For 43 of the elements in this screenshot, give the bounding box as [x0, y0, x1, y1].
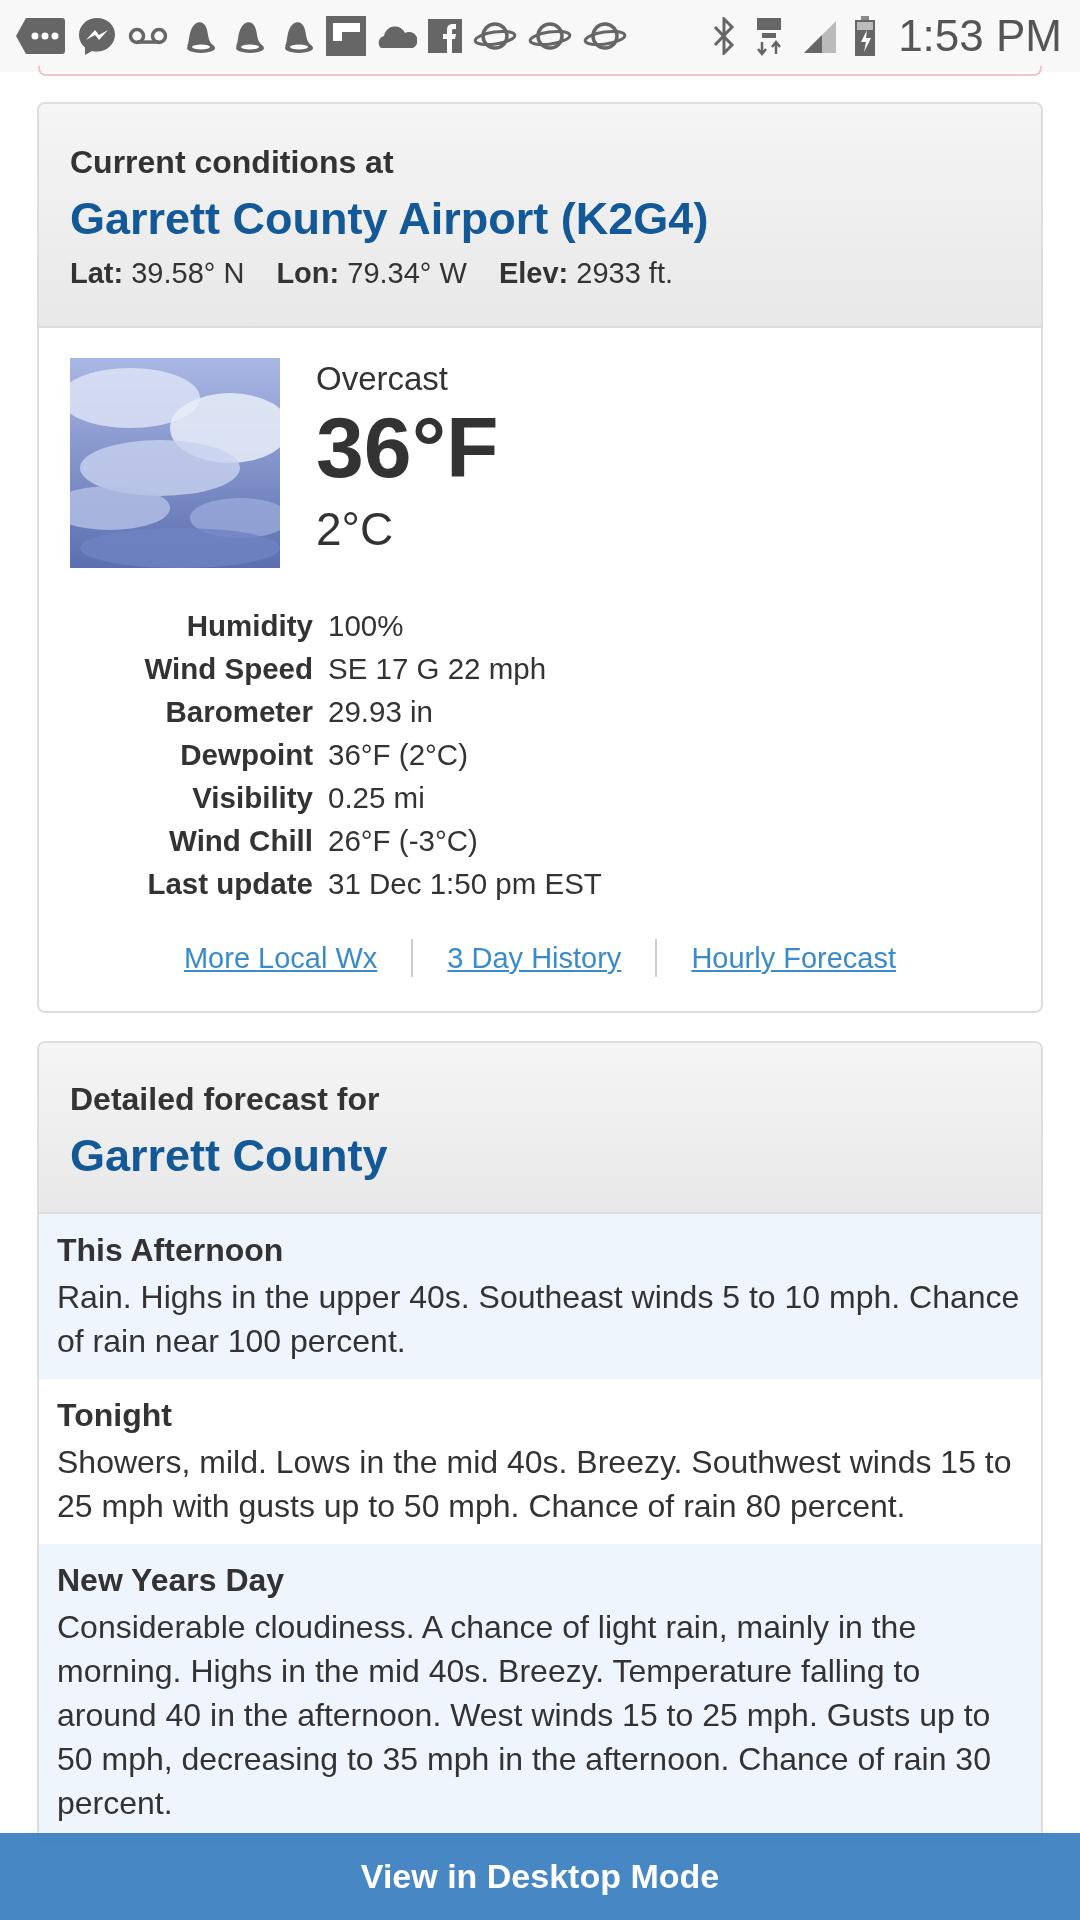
condition-text: Overcast: [316, 360, 450, 398]
page-link[interactable]: 3 Day History: [447, 941, 622, 975]
period-name: New Years Day: [57, 1562, 286, 1599]
forecast-text: Showers, mild. Lows in the mid 40s. Breezy. Southwest winds 15 to 25 mph with gusts up to 50 mph. Chance of rain 80 percent.: [57, 1443, 1013, 1526]
card-heading: Detailed forecast for: [70, 1081, 381, 1118]
desktop-mode-button[interactable]: View in Desktop Mode: [0, 1833, 1080, 1920]
forecast-text: Considerable cloudiness. A chance of light rain, mainly in the morning. Highs in the mid 40s. Breezy. Temperature falling to around 40 in the afternoon. West winds 15 to 25 mph. Gusts up to 50 mph, decreasing to 35 mph in the afternoon. Chance of rain 30 percent.: [57, 1608, 992, 1823]
detail-value: 0.25 mi: [328, 780, 426, 816]
detail-label: Visibility: [191, 780, 313, 816]
messenger-icon: [77, 16, 117, 56]
voicemail-icon: [128, 26, 168, 46]
detail-value: 26°F (-3°C): [328, 823, 479, 859]
detail-value: SE 17 G 22 mph: [328, 651, 548, 687]
detail-label: Wind Chill: [168, 823, 313, 859]
forecast-text: Rain. Highs in the upper 40s. Southeast winds 5 to 10 mph. Chance of rain near 100 percent.: [57, 1278, 1021, 1361]
page-link[interactable]: Hourly Forecast: [691, 941, 897, 975]
detail-value: 36°F (2°C): [328, 737, 469, 773]
detail-label: Wind Speed: [143, 651, 313, 687]
period-name: This Afternoon: [57, 1232, 285, 1269]
card-heading: Current conditions at: [70, 144, 395, 181]
station-name: Garrett County Airport (K2G4): [70, 193, 710, 245]
detail-value: 29.93 in: [328, 694, 434, 730]
temperature-fahrenheit: 36°F: [316, 404, 499, 490]
battery-icon: [854, 16, 877, 56]
detail-label: Humidity: [185, 608, 313, 644]
period-name: Tonight: [57, 1397, 173, 1434]
detail-label: Dewpoint: [179, 737, 313, 773]
facebook-icon: [428, 19, 462, 53]
signal-icon: [802, 19, 837, 53]
temperature-celsius: 2°C: [316, 502, 395, 556]
location-info: Lat: 39.58° N: [70, 257, 245, 290]
detail-value: 31 Dec 1:50 pm EST: [328, 866, 603, 902]
more-icon: [16, 16, 66, 56]
detail-label: Barometer: [164, 694, 313, 730]
bluetooth-icon: [712, 17, 737, 55]
detail-value: 100%: [328, 608, 405, 644]
detail-label: Last update: [146, 866, 313, 902]
forecast-area: Garrett County: [70, 1130, 1010, 1182]
flipboard-icon: [326, 16, 366, 56]
location-info: Lon: 79.34° W: [276, 257, 467, 290]
location-info: Elev: 2933 ft.: [498, 257, 673, 290]
page-link[interactable]: More Local Wx: [183, 941, 378, 975]
clock-time: 1:53 PM: [898, 11, 1062, 61]
